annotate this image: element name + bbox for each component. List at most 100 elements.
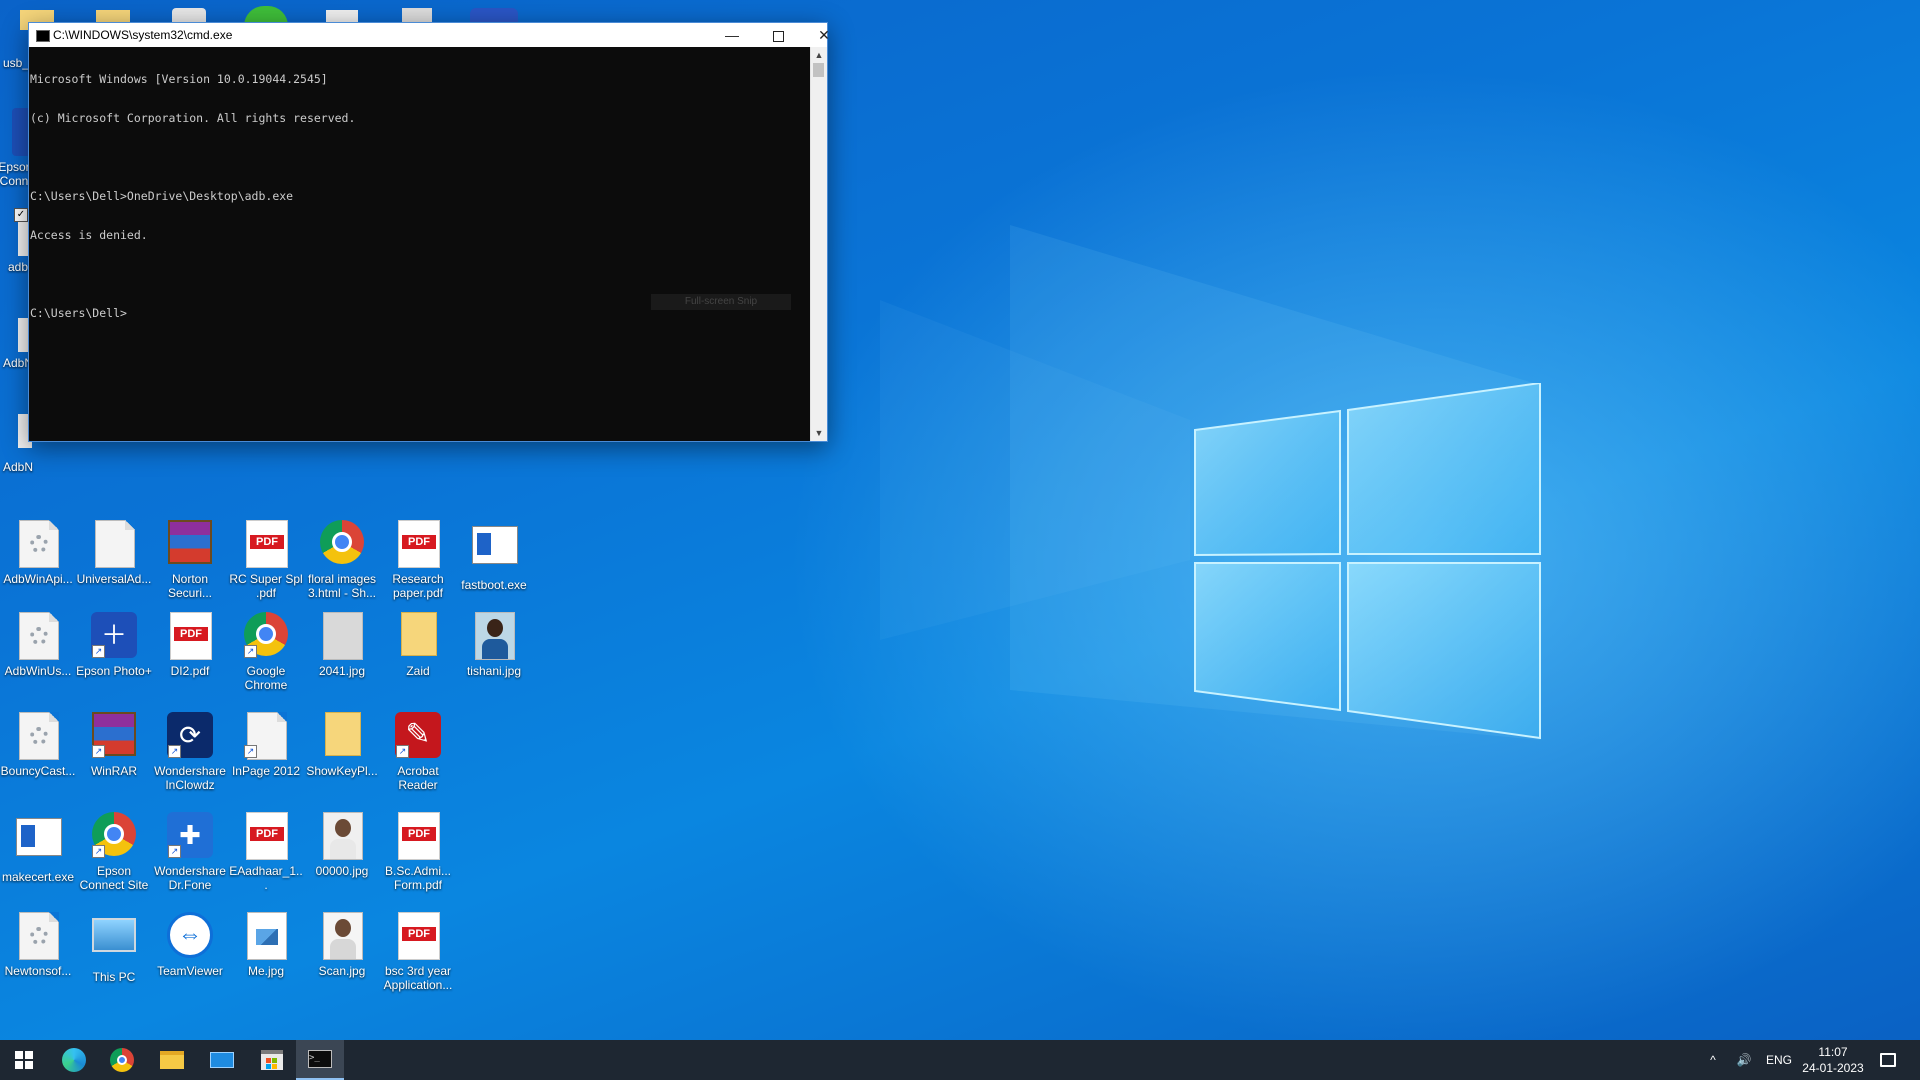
clock-date: 24-01-2023 (1802, 1061, 1864, 1075)
winrar-icon: ↗ (90, 712, 138, 760)
desktop-icon-eaadhaar[interactable]: PDF EAadhaar_1... (228, 812, 304, 892)
show-hidden-icons-button[interactable]: ^ (1702, 1040, 1724, 1080)
desktop-icon-research-paper[interactable]: PDF Research paper.pdf (380, 520, 456, 600)
desktop-icon-rc-super-pdf[interactable]: PDF RC Super Spl .pdf (228, 520, 304, 600)
scroll-down-icon[interactable]: ▼ (811, 425, 827, 441)
volume-icon: 🔊 (1736, 1053, 1752, 1067)
taskbar-edge[interactable] (50, 1040, 98, 1080)
console-line: Access is denied. (30, 228, 148, 242)
maximize-icon (772, 30, 784, 42)
cmd-titlebar[interactable]: C:\WINDOWS\system32\cmd.exe — ✕ (29, 23, 830, 47)
chrome-html-icon (318, 520, 366, 568)
desktop-icon-google-chrome[interactable]: ↗ Google Chrome (228, 612, 304, 692)
taskbar-file-explorer[interactable] (148, 1040, 196, 1080)
windows-logo-wallpaper (1194, 383, 1541, 740)
desktop-icon-wondershare-inclowdz[interactable]: ⟳ ↗ Wondershare InClowdz (152, 712, 228, 792)
desktop-icon-universaladb[interactable]: UniversalAd... (76, 520, 152, 586)
pdf-icon: PDF (394, 520, 442, 568)
acrobat-icon: ✎ ↗ (394, 712, 442, 760)
desktop-icon-partial[interactable]: AdbN (0, 460, 56, 474)
teamviewer-icon: ⇔ (166, 912, 214, 960)
pdf-icon: PDF (166, 612, 214, 660)
desktop-icon-teamviewer[interactable]: ⇔ TeamViewer (152, 912, 228, 978)
document-icon: ↗ (242, 712, 290, 760)
desktop-icon-wondershare-drfone[interactable]: ✚ ↗ Wondershare Dr.Fone (152, 812, 228, 892)
cmd-icon (36, 30, 50, 42)
action-center-button[interactable] (1872, 1040, 1904, 1080)
inclowdz-icon: ⟳ ↗ (166, 712, 214, 760)
chrome-icon (110, 1048, 134, 1072)
desktop-icon-fastboot[interactable]: fastboot.exe (456, 520, 532, 592)
pdf-icon: PDF (242, 812, 290, 860)
scroll-up-icon[interactable]: ▲ (811, 47, 827, 63)
edge-icon (62, 1048, 86, 1072)
taskbar-store[interactable] (248, 1040, 296, 1080)
desktop-icon-00000-jpg[interactable]: 00000.jpg (304, 812, 380, 878)
taskbar-cmd[interactable]: >_ (296, 1040, 344, 1080)
language-indicator[interactable]: ENG (1762, 1040, 1796, 1080)
close-icon: ✕ (818, 27, 830, 43)
desktop-icon-bsc-3rd-year-application[interactable]: PDF bsc 3rd year Application... (380, 912, 456, 992)
norton-icon (166, 520, 214, 568)
desktop-icon-di2-pdf[interactable]: PDF DI2.pdf (152, 612, 228, 678)
taskbar-mail[interactable] (198, 1040, 246, 1080)
console-line: (c) Microsoft Corporation. All rights re… (30, 111, 356, 125)
desktop-icon-floral-images[interactable]: floral images 3.html - Sh... (304, 520, 380, 600)
drfone-icon: ✚ ↗ (166, 812, 214, 860)
desktop-icon-newtonsoft[interactable]: Newtonsof... (0, 912, 76, 978)
cmd-window[interactable]: C:\WINDOWS\system32\cmd.exe — ✕ Microsof… (28, 22, 830, 442)
desktop-icon-inpage[interactable]: ↗ InPage 2012 (228, 712, 304, 778)
console-output[interactable]: Microsoft Windows [Version 10.0.19044.25… (29, 47, 811, 441)
desktop-icon-bsc-admission-form[interactable]: PDF B.Sc.Admi... Form.pdf (380, 812, 456, 892)
pdf-icon: PDF (242, 520, 290, 568)
minimize-button[interactable]: — (709, 23, 755, 47)
clock-time: 11:07 (1818, 1045, 1848, 1059)
photo-thumbnail-icon (318, 912, 366, 960)
console-line: Microsoft Windows [Version 10.0.19044.25… (30, 72, 328, 86)
desktop-icon-zaid[interactable]: Zaid (380, 612, 456, 678)
desktop-icon-adbwinusb[interactable]: AdbWinUs... (0, 612, 76, 678)
desktop-icon-bouncycastle[interactable]: BouncyCast... (0, 712, 76, 778)
desktop-icon-epson-connect-site[interactable]: ↗ Epson Connect Site (76, 812, 152, 892)
console-line: C:\Users\Dell>OneDrive\Desktop\adb.exe (30, 189, 294, 203)
desktop-icon-adbwinapi[interactable]: AdbWinApi... (0, 520, 76, 586)
computer-icon (90, 918, 138, 966)
notification-icon (1880, 1053, 1896, 1067)
desktop-icon-scan-jpg[interactable]: Scan.jpg (304, 912, 380, 978)
mail-icon (210, 1052, 234, 1068)
desktop-icon-epson-photo[interactable]: ＋ ↗ Epson Photo+ (76, 612, 152, 678)
close-button[interactable]: ✕ (801, 23, 847, 47)
volume-button[interactable]: 🔊 (1730, 1040, 1758, 1080)
snip-overlay: Full-screen Snip (651, 294, 791, 310)
desktop-icon-makecert[interactable]: makecert.exe (0, 812, 76, 884)
desktop-icon-winrar[interactable]: ↗ WinRAR (76, 712, 152, 778)
clock[interactable]: 11:07 24-01-2023 (1798, 1044, 1868, 1076)
file-explorer-icon (160, 1051, 184, 1069)
photo-thumbnail-icon (470, 612, 518, 660)
taskbar-chrome[interactable] (98, 1040, 146, 1080)
start-icon (15, 1051, 33, 1069)
image-file-icon (242, 912, 290, 960)
start-button[interactable] (0, 1040, 48, 1080)
desktop-icon-this-pc[interactable]: This PC (76, 912, 152, 984)
dll-icon (14, 612, 62, 660)
pdf-icon: PDF (394, 912, 442, 960)
desktop-icon-2041-jpg[interactable]: 2041.jpg (304, 612, 380, 678)
maximize-button[interactable] (755, 23, 801, 47)
dll-icon (14, 912, 62, 960)
store-icon (261, 1050, 283, 1070)
vertical-scrollbar[interactable]: ▲ ▼ (810, 47, 827, 441)
exe-icon (14, 818, 62, 866)
desktop-icon-showkeyplus[interactable]: ShowKeyPl... (304, 712, 380, 778)
photo-thumbnail-icon (318, 812, 366, 860)
desktop-icon-norton[interactable]: Norton Securi... (152, 520, 228, 600)
folder-icon (394, 612, 442, 660)
checkbox-icon[interactable]: ✓ (14, 208, 28, 222)
desktop-icon-me-jpg[interactable]: Me.jpg (228, 912, 304, 978)
desktop-icon-tishani-jpg[interactable]: tishani.jpg (456, 612, 532, 678)
desktop-icon-acrobat-reader[interactable]: ✎ ↗ Acrobat Reader (380, 712, 456, 792)
minimize-icon: — (725, 27, 739, 43)
scroll-thumb[interactable] (813, 63, 824, 77)
